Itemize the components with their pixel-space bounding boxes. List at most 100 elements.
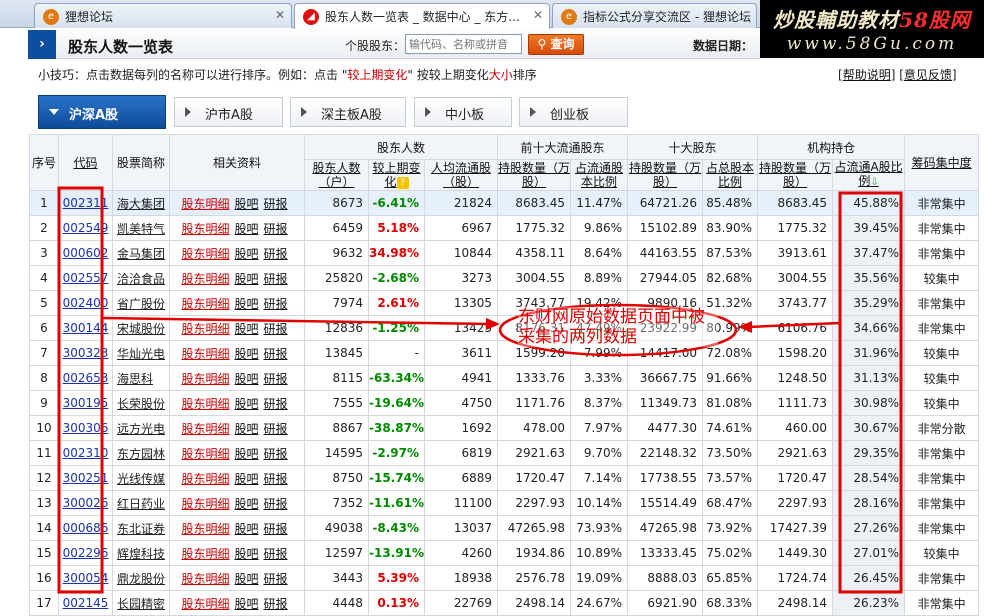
code-link[interactable]: 000686 (63, 521, 109, 535)
report-link[interactable]: 研报 (264, 197, 288, 211)
guba-link[interactable]: 股吧 (234, 372, 258, 386)
guba-link[interactable]: 股吧 (234, 472, 258, 486)
code-link[interactable]: 002653 (63, 371, 109, 385)
guba-link[interactable]: 股吧 (234, 522, 258, 536)
browser-tab-formula[interactable]: e 指标公式分享交流区 - 狸想论坛 (552, 3, 757, 28)
name-cell[interactable]: 远方光电 (112, 415, 170, 441)
header-t10-qty[interactable]: 持股数量（万股） (627, 159, 704, 191)
holder-detail-link[interactable]: 股东明细 (181, 547, 229, 561)
holder-detail-link[interactable]: 股东明细 (181, 597, 229, 611)
name-cell[interactable]: 宋城股份 (112, 315, 170, 341)
guba-link[interactable]: 股吧 (234, 347, 258, 361)
guba-link[interactable]: 股吧 (234, 547, 258, 561)
code-link[interactable]: 300251 (63, 471, 109, 485)
guba-link[interactable]: 股吧 (234, 297, 258, 311)
holder-detail-link[interactable]: 股东明细 (181, 297, 229, 311)
report-link[interactable]: 研报 (264, 597, 288, 611)
stock-search-input[interactable] (405, 34, 522, 54)
code-link[interactable]: 002400 (63, 296, 109, 310)
code-link[interactable]: 002310 (63, 446, 109, 460)
name-cell[interactable]: 辉煌科技 (112, 540, 170, 566)
guba-link[interactable]: 股吧 (234, 222, 258, 236)
header-t10f-qty[interactable]: 持股数量（万股） (497, 159, 572, 191)
holder-detail-link[interactable]: 股东明细 (181, 372, 229, 386)
holder-detail-link[interactable]: 股东明细 (181, 447, 229, 461)
guba-link[interactable]: 股吧 (234, 447, 258, 461)
holder-detail-link[interactable]: 股东明细 (181, 347, 229, 361)
header-t10-ratio[interactable]: 占总股本比例 (702, 159, 759, 191)
code-link[interactable]: 300026 (63, 496, 109, 510)
code-link[interactable]: 002549 (63, 221, 109, 235)
header-concentration[interactable]: 筹码集中度 (904, 134, 980, 191)
name-cell[interactable]: 海思科 (112, 365, 170, 391)
guba-link[interactable]: 股吧 (234, 322, 258, 336)
help-icon[interactable]: ? (396, 176, 409, 189)
code-link[interactable]: 002145 (63, 596, 109, 610)
name-cell[interactable]: 东方园林 (112, 440, 170, 466)
name-cell[interactable]: 省广股份 (112, 290, 170, 316)
report-link[interactable]: 研报 (264, 222, 288, 236)
code-link[interactable]: 300323 (63, 346, 109, 360)
name-cell[interactable]: 海大集团 (112, 190, 170, 216)
header-change[interactable]: 较上期变化? (368, 159, 425, 191)
report-link[interactable]: 研报 (264, 297, 288, 311)
name-cell[interactable]: 洽洽食品 (112, 265, 170, 291)
guba-link[interactable]: 股吧 (234, 397, 258, 411)
holder-detail-link[interactable]: 股东明细 (181, 497, 229, 511)
code-link[interactable]: 300144 (63, 321, 109, 335)
holder-detail-link[interactable]: 股东明细 (181, 322, 229, 336)
holder-detail-link[interactable]: 股东明细 (181, 272, 229, 286)
holder-detail-link[interactable]: 股东明细 (181, 197, 229, 211)
holder-detail-link[interactable]: 股东明细 (181, 222, 229, 236)
report-link[interactable]: 研报 (264, 572, 288, 586)
tab-sme[interactable]: 中小板 (414, 97, 512, 127)
guba-link[interactable]: 股吧 (234, 422, 258, 436)
search-button[interactable]: ⚲ 查询 (528, 34, 584, 55)
report-link[interactable]: 研报 (264, 272, 288, 286)
report-link[interactable]: 研报 (264, 447, 288, 461)
report-link[interactable]: 研报 (264, 397, 288, 411)
feedback-link[interactable]: 意见反馈 (904, 68, 952, 82)
holder-detail-link[interactable]: 股东明细 (181, 397, 229, 411)
code-link[interactable]: 002557 (63, 271, 109, 285)
header-inst-ratio[interactable]: 占流通A股比例⇩ (832, 159, 906, 191)
report-link[interactable]: 研报 (264, 522, 288, 536)
code-link[interactable]: 002311 (63, 196, 109, 210)
report-link[interactable]: 研报 (264, 422, 288, 436)
report-link[interactable]: 研报 (264, 472, 288, 486)
name-cell[interactable]: 华灿光电 (112, 340, 170, 366)
name-cell[interactable]: 金马集团 (112, 240, 170, 266)
help-link[interactable]: 帮助说明 (843, 68, 891, 82)
close-icon[interactable]: ✕ (275, 8, 285, 22)
close-icon[interactable]: ✕ (533, 8, 543, 22)
tab-sz-main-a[interactable]: 深主板A股 (290, 97, 406, 127)
report-link[interactable]: 研报 (264, 497, 288, 511)
code-link[interactable]: 000602 (63, 246, 109, 260)
report-link[interactable]: 研报 (264, 547, 288, 561)
header-code[interactable]: 代码 (58, 134, 113, 191)
guba-link[interactable]: 股吧 (234, 572, 258, 586)
name-cell[interactable]: 光线传媒 (112, 465, 170, 491)
tab-sh-a[interactable]: 沪市A股 (174, 97, 283, 127)
header-avg-float[interactable]: 人均流通股（股） (423, 159, 499, 191)
name-cell[interactable]: 长荣股份 (112, 390, 170, 416)
code-link[interactable]: 300306 (63, 421, 109, 435)
header-holder-count[interactable]: 股东人数（户） (304, 159, 369, 191)
holder-detail-link[interactable]: 股东明细 (181, 472, 229, 486)
guba-link[interactable]: 股吧 (234, 247, 258, 261)
name-cell[interactable]: 长园精密 (112, 590, 170, 616)
guba-link[interactable]: 股吧 (234, 197, 258, 211)
tab-gem[interactable]: 创业板 (519, 97, 628, 127)
name-cell[interactable]: 凯美特气 (112, 215, 170, 241)
name-cell[interactable]: 红日药业 (112, 490, 170, 516)
header-t10f-ratio[interactable]: 占流通股本比例 (570, 159, 629, 191)
report-link[interactable]: 研报 (264, 372, 288, 386)
name-cell[interactable]: 东北证券 (112, 515, 170, 541)
guba-link[interactable]: 股吧 (234, 272, 258, 286)
report-link[interactable]: 研报 (264, 322, 288, 336)
code-link[interactable]: 300054 (63, 571, 109, 585)
browser-tab-forum[interactable]: e 狸想论坛 ✕ (34, 3, 292, 28)
holder-detail-link[interactable]: 股东明细 (181, 247, 229, 261)
report-link[interactable]: 研报 (264, 347, 288, 361)
code-link[interactable]: 300195 (63, 396, 109, 410)
